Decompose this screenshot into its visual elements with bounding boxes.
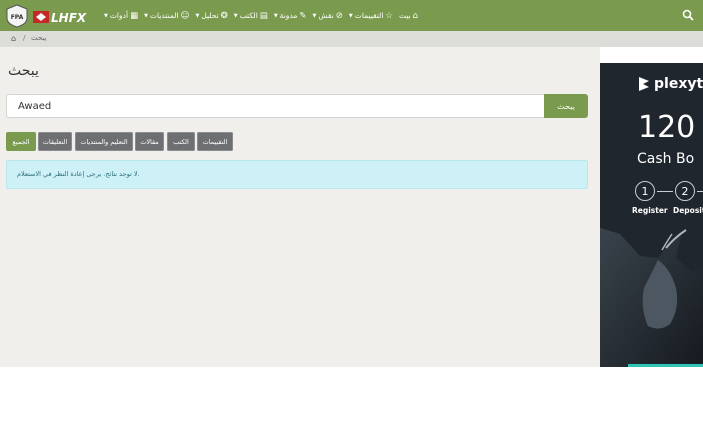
book-icon: ▤ [259, 10, 268, 21]
nav-item-label: المنتديات [149, 11, 179, 20]
filter-articles[interactable]: مقالات [135, 132, 164, 151]
nav-item-4[interactable]: ▼ الكتب ▤ [234, 11, 268, 21]
breadcrumb-separator: / [23, 34, 26, 42]
nav-item-1[interactable]: ▼ التقييمات ☆ [349, 11, 393, 21]
breadcrumb-current: يبحث [31, 34, 47, 42]
filter-books[interactable]: الكتب [167, 132, 195, 151]
nav-item-label: الكتب [239, 11, 258, 20]
nav-item-label: بيت [399, 11, 411, 20]
step-connector [657, 191, 673, 192]
caret-down-icon: ▼ [233, 12, 238, 19]
fpa-logo[interactable]: FPA [6, 4, 28, 28]
search-button[interactable]: يبحث [544, 94, 588, 118]
nav-item-label: أدوات [109, 11, 129, 20]
nav-item-3[interactable]: ▼ مدونة ✎ [274, 11, 307, 21]
caret-down-icon: ▼ [195, 12, 200, 19]
sidebar-advertisement[interactable]: plexytr 120 Cash Bo 1 2 Register Deposit [600, 63, 703, 367]
calculator-icon: ▦ [130, 10, 139, 21]
filter-education-forums[interactable]: التعليم والمنتديات [75, 132, 133, 151]
pencil-icon: ✎ [299, 10, 307, 21]
ban-icon: ⊘ [335, 10, 343, 21]
filter-reviews[interactable]: التقييمات [197, 132, 233, 151]
ad-amount: 120 [638, 110, 696, 145]
nav-item-0[interactable]: بيت ⌂ [399, 11, 418, 21]
brand-logo-icon [639, 77, 649, 91]
nav-item-6[interactable]: ▼ المنتديات ☺ [144, 11, 189, 21]
search-icon[interactable] [682, 9, 694, 21]
nav-item-label: تحليل [201, 11, 219, 20]
caret-down-icon: ▼ [144, 12, 148, 19]
breadcrumb: ⌂ / يبحث [0, 31, 703, 47]
nav-item-7[interactable]: ▼ أدوات ▦ [104, 11, 138, 21]
main-content: يبحث يبحث الجميع التعليقات التعليم والمن… [0, 47, 600, 367]
caret-down-icon: ▼ [273, 12, 278, 19]
page-title: يبحث [8, 63, 39, 79]
star-icon: ☆ [385, 10, 394, 21]
ad-accent-bar [628, 364, 703, 367]
nav-item-5[interactable]: ▼ تحليل ❂ [195, 11, 227, 21]
ad-subtitle: Cash Bo [637, 151, 695, 167]
main-nav: بيت ⌂ ▼ التقييمات ☆ ▼ نقش ⊘ ▼ مدونة ✎ ▼ الكتب ▤ ▼ تحليل… [104, 0, 434, 31]
top-navbar: FPA LHFX بيت ⌂ ▼ التقييمات ☆ ▼ نقش ⊘ ▼ مدونة ✎ ▼ الك… [0, 0, 703, 31]
filter-all[interactable]: الجميع [6, 132, 36, 151]
lhfx-logo[interactable]: LHFX [33, 10, 101, 24]
bull-image [600, 228, 703, 367]
home-icon[interactable]: ⌂ [11, 34, 16, 43]
step-2: 2 [675, 181, 695, 201]
filter-ratings[interactable]: التعليقات [38, 132, 72, 151]
alert-text: لا توجد نتائج. يرجى إعادة النظر في الاست… [17, 170, 140, 178]
step-label-register: Register [632, 206, 668, 215]
caret-down-icon: ▼ [348, 12, 353, 19]
svg-text:LHFX: LHFX [51, 11, 87, 24]
caret-down-icon: ▼ [104, 12, 108, 19]
ad-brand: plexytr [654, 76, 703, 92]
nav-item-label: نقش [318, 11, 334, 20]
nav-item-label: التقييمات [354, 11, 384, 20]
brain-icon: ❂ [220, 10, 228, 21]
svg-text:FPA: FPA [11, 14, 24, 21]
users-icon: ☺ [180, 10, 190, 21]
no-results-alert: لا توجد نتائج. يرجى إعادة النظر في الاست… [6, 160, 588, 189]
step-1: 1 [635, 181, 655, 201]
caret-down-icon: ▼ [312, 12, 317, 19]
home-icon: ⌂ [412, 10, 419, 21]
step-label-deposit: Deposit [673, 206, 703, 215]
search-input[interactable] [6, 94, 545, 118]
step-connector [697, 191, 703, 192]
nav-item-2[interactable]: ▼ نقش ⊘ [312, 11, 342, 21]
nav-item-label: مدونة [279, 11, 298, 20]
